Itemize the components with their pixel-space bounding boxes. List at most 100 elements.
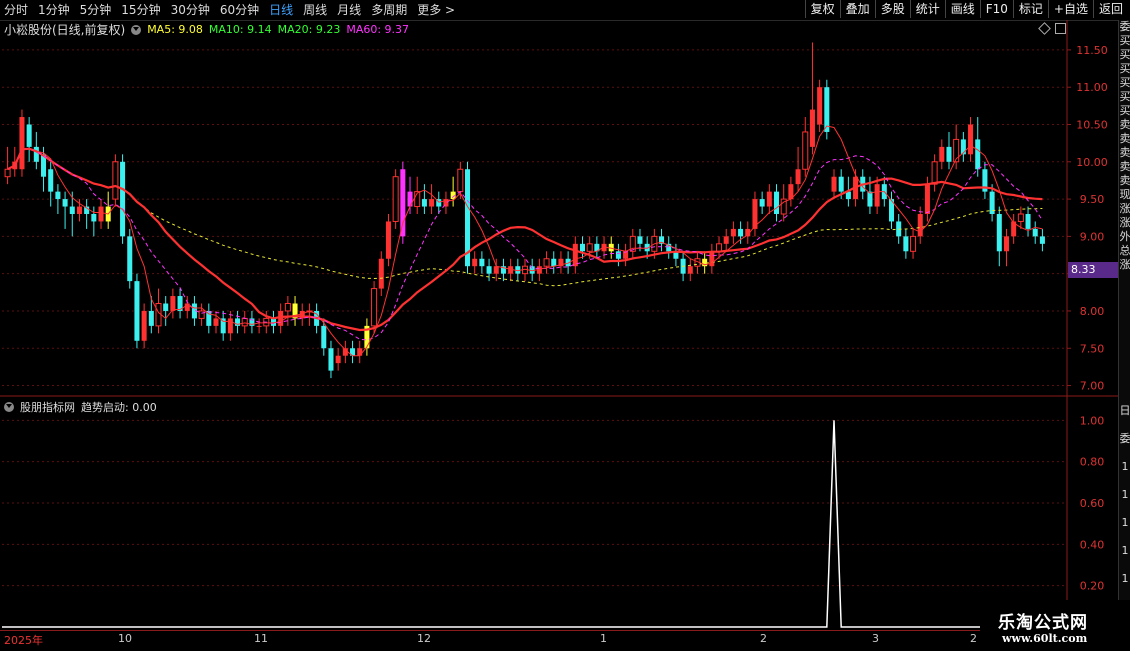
indicator-tick-label: 0.60 [1080,497,1105,510]
strip-char: 1 [1121,516,1129,529]
candle-body [824,87,830,132]
price-tick-label: 9.50 [1080,193,1105,206]
logo-text: 乐淘公式网 [998,613,1088,633]
candle-body [472,258,478,267]
ma-label: MA60: 9.37 [346,23,410,36]
candle-body [76,206,82,214]
chevron-down-icon[interactable] [4,402,14,412]
candle-body [1017,213,1024,222]
ma-legend: MA5: 9.08 MA10: 9.14 MA20: 9.23 MA60: 9.37 [147,23,409,36]
strip-char: 买 [1119,62,1130,75]
price-tick-label: 10.50 [1076,119,1108,132]
price-tick-label: 7.00 [1080,380,1105,393]
candle-body [946,146,952,162]
candle-body [874,184,880,207]
price-tick-label: 11.00 [1076,81,1108,94]
kline-chart[interactable]: 11.5011.0010.5010.009.509.008.508.007.50… [0,0,1130,650]
candle-body [278,310,284,326]
chevron-down-icon[interactable] [131,24,142,35]
candle-body [429,199,435,207]
ma-label: MA20: 9.23 [277,23,341,36]
indicator-tick-label: 0.40 [1080,538,1105,551]
strip-char: 涨 [1119,258,1130,271]
ma20-line [7,147,1043,332]
candle-body [4,168,11,178]
strip-char: 买 [1119,104,1130,117]
ma-label: MA5: 9.08 [147,23,203,36]
strip-char: 卖 [1119,118,1130,131]
candle-body [579,243,586,252]
stock-title: 小崧股份(日线,前复权) [4,23,126,37]
indicator-tick-label: 1.00 [1080,414,1105,427]
candle-body [112,161,119,200]
candle-body [328,348,334,371]
strip-char: 卖 [1119,160,1130,173]
square-icon[interactable] [1055,23,1066,34]
candle-body [48,169,54,192]
strip-char: 委 [1119,20,1130,33]
candle-body [759,199,765,207]
candle-body [730,228,736,237]
candle-body [213,318,219,326]
candle-body [774,191,780,214]
price-tick-label: 8.00 [1080,305,1105,318]
candle-body [335,355,341,364]
strip-char: 日 [1119,404,1130,417]
candle-body [227,318,233,334]
candle-body [220,318,226,334]
candle-body [170,296,176,311]
candle-body [831,176,837,192]
candle-body [141,310,147,341]
candle-body [62,199,68,207]
strip-char: 1 [1121,488,1129,501]
price-tick-label: 9.00 [1080,230,1105,243]
candle-body [738,228,744,237]
candle-body [1003,236,1009,252]
candle-body [385,221,391,259]
main-chart-header: 小崧股份(日线,前复权) MA5: 9.08 MA10: 9.14 MA20: 9.… [4,21,409,38]
chart-tools [1038,22,1066,35]
strip-char: 买 [1119,34,1130,47]
strip-char: 外 [1119,230,1130,243]
date-label: 10 [118,632,132,645]
candle-body [1032,228,1038,237]
candle-body [551,258,557,267]
date-label: 11 [254,632,268,645]
candle-body [795,169,801,185]
date-axis: 2025年 10 11 12 1 2 3 2 [0,630,980,651]
candle-body [241,317,248,327]
price-tick-label: 11.50 [1076,44,1108,57]
candle-body [838,176,844,192]
candle-body [802,131,809,170]
indicator-tick-label: 0.80 [1080,456,1105,469]
ma-label: MA10: 9.14 [208,23,272,36]
strip-char: 卖 [1119,174,1130,187]
ma5-line [7,125,1043,357]
candle-body [479,258,485,267]
candle-body [543,258,550,267]
strip-char: 1 [1121,544,1129,557]
strip-char: 总 [1119,244,1130,257]
candle-body [615,251,621,259]
candle-body [572,243,578,267]
candle-body [371,288,378,327]
indicator-tick-label: 0.20 [1080,580,1105,593]
date-label: 2 [760,632,767,645]
candle-body [421,199,427,207]
candle-body [917,214,923,237]
price-tick-label: 7.50 [1080,342,1105,355]
diamond-icon[interactable] [1038,22,1051,35]
candle-body [939,146,945,162]
date-label: 2025年 [4,634,43,647]
price-tick-label: 10.00 [1076,156,1108,169]
candle-body [586,243,593,252]
candle-body [134,281,140,341]
candle-body [284,303,291,312]
candle-body [256,325,262,327]
date-label: 12 [417,632,431,645]
strip-char: 买 [1119,48,1130,61]
candle-body [968,124,974,155]
strip-char: 卖 [1119,132,1130,145]
candle-body [960,139,966,155]
candle-body [120,161,126,237]
